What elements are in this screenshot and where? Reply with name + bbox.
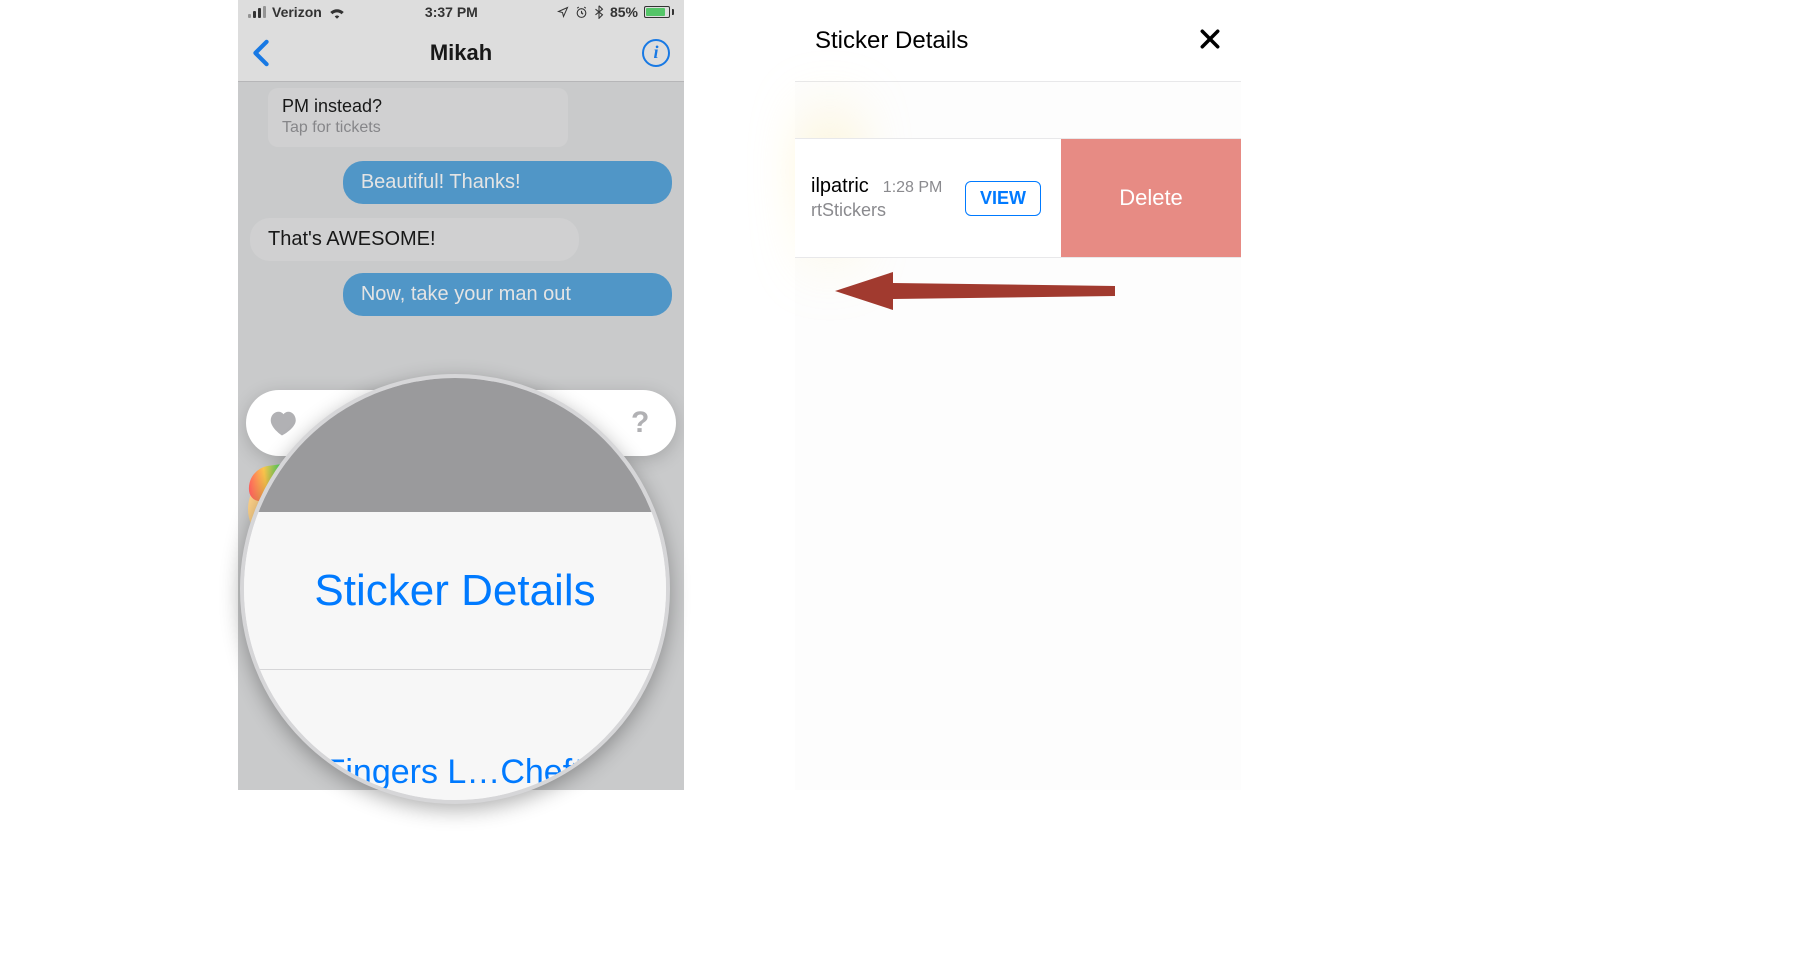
battery-pct: 85% — [610, 4, 638, 20]
status-bar: Verizon 3:37 PM 85% — [238, 0, 684, 24]
sticker-row[interactable]: ilpatric 1:28 PM rtStickers VIEW Delete — [795, 138, 1241, 258]
message-bubble-outgoing[interactable]: Now, take your man out — [343, 273, 672, 316]
location-icon — [557, 6, 569, 18]
alarm-icon — [575, 6, 588, 19]
sticker-details-title: Sticker Details — [815, 27, 968, 55]
sticker-details-body: ilpatric 1:28 PM rtStickers VIEW Delete — [795, 82, 1241, 790]
context-menu-sticker-details[interactable]: Sticker Details — [244, 512, 666, 670]
context-menu-app-name[interactable]: Fingers L…Chef* — [244, 670, 666, 804]
signal-icon — [248, 6, 266, 18]
status-time: 3:37 PM — [425, 4, 478, 20]
sticker-details-header: Sticker Details — [795, 0, 1241, 82]
messages-nav-bar: Mikah i — [238, 24, 684, 82]
carrier-label: Verizon — [272, 4, 322, 20]
sticker-sender: ilpatric — [811, 175, 869, 198]
link-preview-title: PM instead? — [282, 96, 554, 117]
message-bubble-incoming[interactable]: That's AWESOME! — [250, 218, 579, 261]
link-preview-subtitle: Tap for tickets — [282, 119, 554, 137]
battery-icon — [644, 6, 674, 18]
link-preview-card[interactable]: PM instead? Tap for tickets — [268, 88, 568, 147]
swipe-left-arrow — [835, 268, 1115, 314]
sticker-time: 1:28 PM — [883, 179, 943, 197]
bluetooth-icon — [594, 5, 604, 19]
close-button[interactable] — [1199, 25, 1221, 57]
sticker-pack-name: rtStickers — [811, 200, 965, 221]
contact-name[interactable]: Mikah — [238, 40, 684, 66]
magnifier-overlay: Sticker Details Fingers L…Chef* — [240, 374, 670, 804]
wifi-icon — [328, 5, 346, 19]
view-button[interactable]: VIEW — [965, 181, 1041, 216]
sticker-details-panel: Sticker Details ilpatric 1:28 PM rtStick… — [795, 0, 1241, 790]
delete-button[interactable]: Delete — [1061, 139, 1241, 257]
